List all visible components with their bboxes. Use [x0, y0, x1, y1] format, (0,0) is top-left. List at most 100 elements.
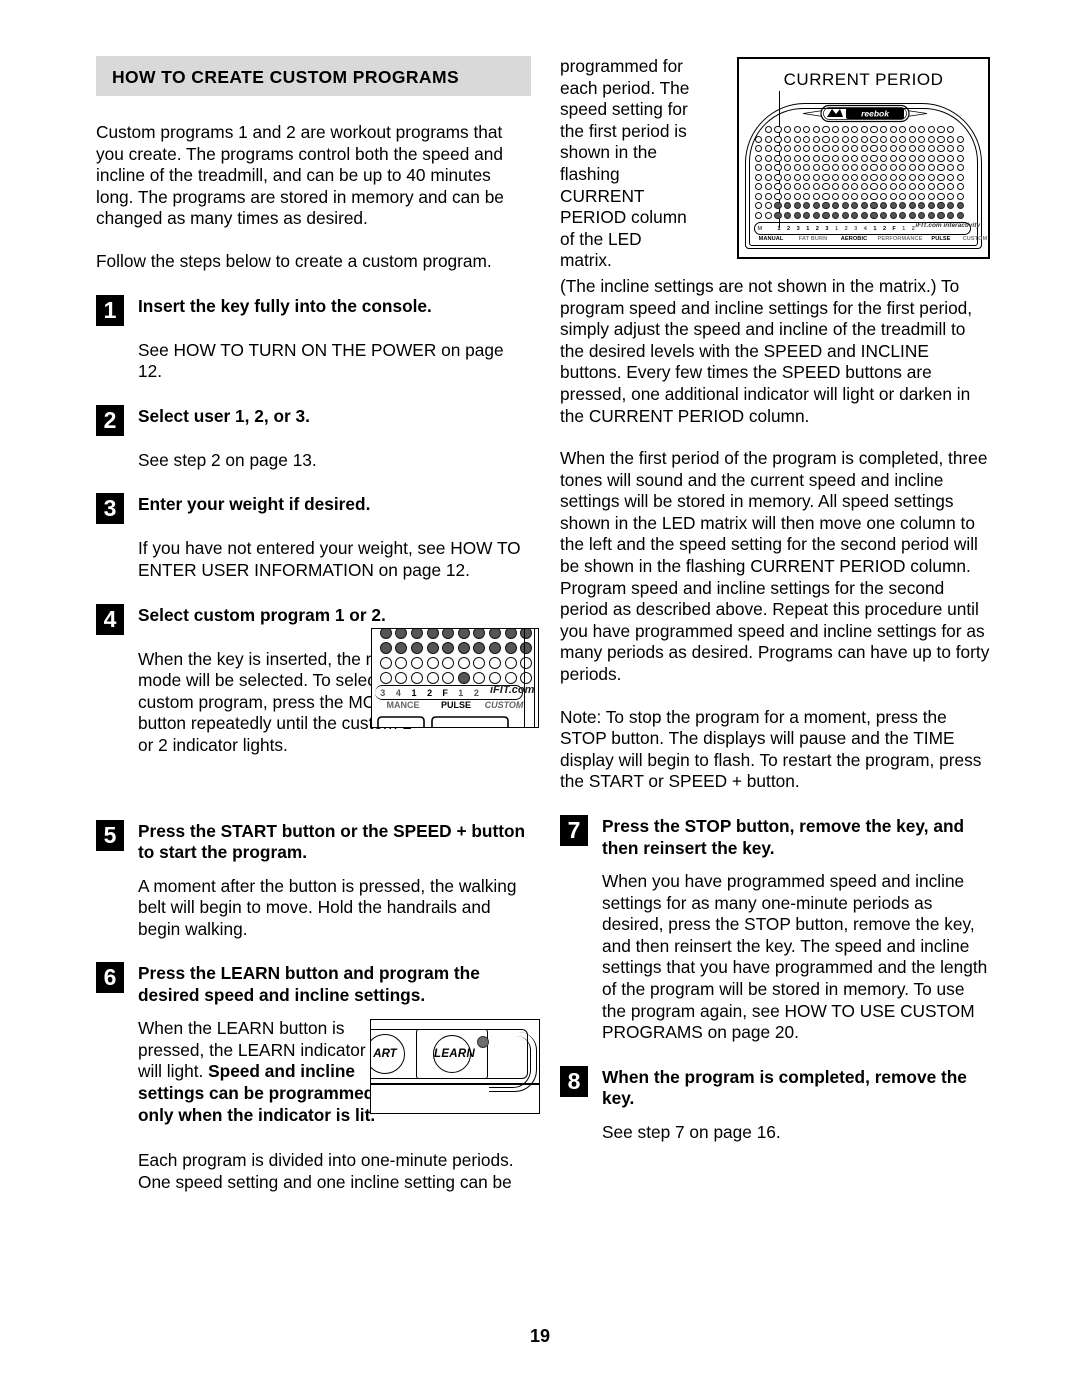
led-dot: [937, 126, 945, 134]
led-dot: [860, 164, 868, 172]
led-dot: [947, 135, 955, 143]
led-dot: [956, 183, 964, 191]
step-title: Select user 1, 2, or 3.: [138, 405, 310, 426]
led-dot: [755, 202, 763, 210]
led-dot: [793, 192, 801, 200]
zone-number: 2: [473, 687, 479, 698]
led-dot: [889, 211, 897, 219]
led-dot: [764, 135, 772, 143]
led-dot: [918, 164, 926, 172]
zone-number: 3: [380, 687, 386, 698]
led-dot: [918, 154, 926, 162]
led-dot: [899, 202, 907, 210]
led-dot: [812, 211, 820, 219]
zone-number: 1: [458, 687, 464, 698]
step4-console-edge: [524, 629, 535, 727]
led-dot: [822, 211, 830, 219]
led-dot: [793, 183, 801, 191]
zone-name-label: FAT BURN: [798, 236, 828, 242]
led-dot: [927, 173, 936, 181]
led-dot: [395, 656, 408, 669]
zone-name-label: MANCE: [386, 700, 420, 710]
console-swoop-inner: [489, 1036, 531, 1088]
step-title: Enter your weight if desired.: [138, 494, 371, 515]
zone-name-label: PERFORMANCE: [877, 236, 923, 242]
led-dot: [426, 641, 439, 654]
led-dot: [927, 202, 936, 210]
led-dot: [956, 211, 964, 219]
led-dot: [927, 183, 936, 191]
led-dot: [860, 192, 868, 200]
led-dot: [764, 164, 772, 172]
led-dot: [899, 164, 907, 172]
led-dot: [860, 202, 868, 210]
step-number-badge: 7: [560, 815, 588, 846]
led-dot: [889, 126, 897, 134]
led-dot: [473, 641, 486, 654]
led-dot: [879, 135, 888, 143]
led-dot: [442, 641, 455, 654]
led-dot: [488, 656, 501, 669]
step-number-badge: 4: [96, 603, 124, 635]
led-dot: [889, 183, 897, 191]
led-dot: [851, 135, 859, 143]
led-dot: [395, 641, 408, 654]
led-dot: [870, 135, 878, 143]
led-dot: [774, 126, 782, 134]
led-dot: [879, 202, 888, 210]
led-dot: [947, 183, 955, 191]
led-dot: [899, 145, 907, 153]
led-dot: [812, 135, 820, 143]
led-dot: [879, 183, 888, 191]
step-8: 8 When the program is completed, remove …: [560, 1065, 990, 1110]
led-dot: [803, 145, 811, 153]
led-dot: [774, 183, 782, 191]
zone-number: 3: [796, 225, 800, 232]
led-dot: [755, 164, 763, 172]
led-dot: [918, 173, 926, 181]
led-dot: [793, 211, 801, 219]
led-dot: [918, 126, 926, 134]
led-dot: [822, 126, 830, 134]
led-dot: [870, 173, 878, 181]
led-dot: [937, 173, 945, 181]
led-dot: [822, 164, 830, 172]
step-7-body: When you have programmed speed and incli…: [602, 871, 988, 1043]
led-dot: [879, 126, 888, 134]
led-dot: [755, 154, 763, 162]
step-number-badge: 6: [96, 962, 124, 994]
led-dot: [379, 641, 392, 654]
led-matrix-grid: [754, 125, 965, 220]
led-dot: [379, 629, 392, 639]
led-dot: [410, 672, 423, 685]
led-dot: [908, 202, 916, 210]
console-bottom-edge: [371, 1083, 539, 1085]
led-dot: [841, 183, 849, 191]
right-continued-paragraph: programmed for each period. The speed se…: [560, 56, 690, 271]
led-dot: [783, 192, 792, 200]
led-dot: [774, 202, 782, 210]
zone-number: M: [757, 225, 763, 232]
led-dot: [879, 173, 888, 181]
led-dot: [860, 135, 868, 143]
right-paragraph-3: When the first period of the program is …: [560, 448, 990, 685]
led-dot: [899, 126, 907, 134]
led-dot: [937, 202, 945, 210]
led-dot: [793, 173, 801, 181]
zone-number: 1: [777, 225, 781, 232]
led-dot: [937, 164, 945, 172]
led-dot: [879, 145, 888, 153]
led-dot: [851, 145, 859, 153]
led-dot: [442, 672, 455, 685]
led-dot: [457, 672, 470, 685]
led-dot: [504, 641, 517, 654]
intro-paragraph: Custom programs 1 and 2 are workout prog…: [96, 122, 504, 229]
led-dot: [870, 183, 878, 191]
step4-button-row: [377, 716, 509, 727]
led-dot: [860, 173, 868, 181]
led-dot: [908, 173, 916, 181]
zone-number: 1: [834, 225, 839, 232]
led-dot: [783, 202, 792, 210]
led-dot: [947, 164, 955, 172]
right-paragraph-2: (The incline settings are not shown in t…: [560, 275, 973, 426]
